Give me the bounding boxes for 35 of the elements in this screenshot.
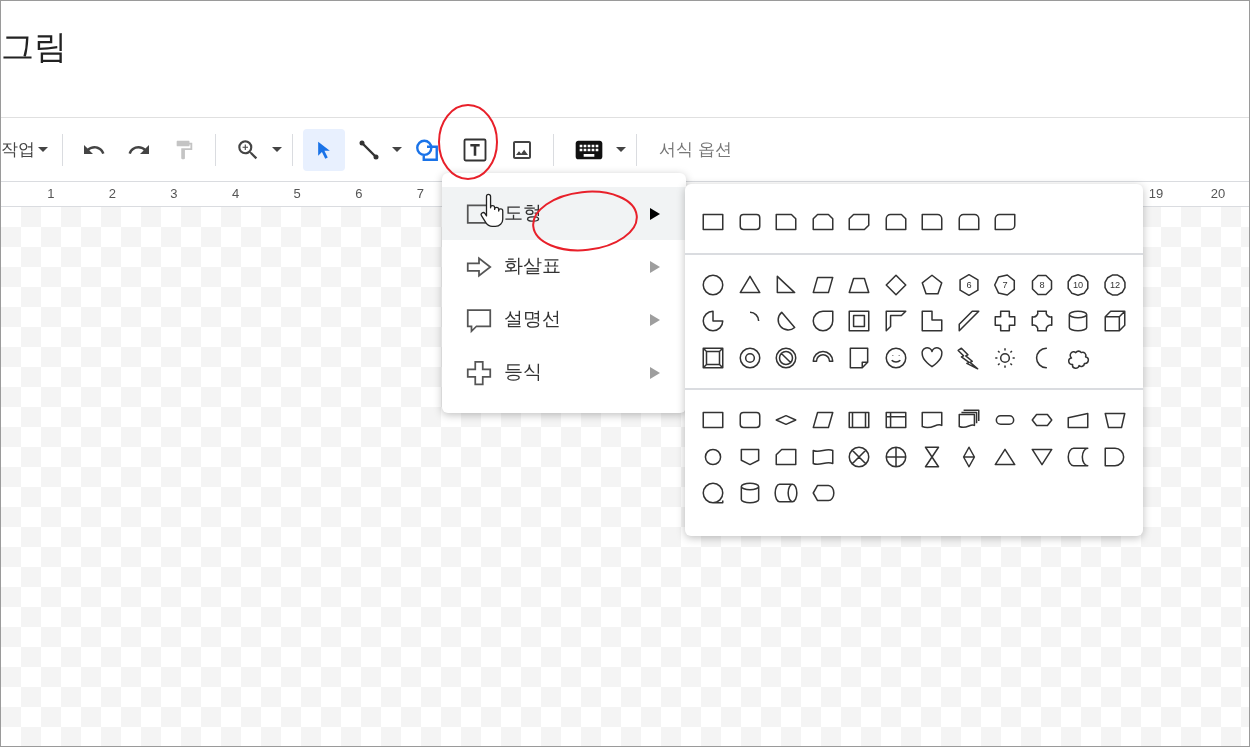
hand-cursor-icon (480, 193, 506, 229)
dropdown-caret-icon (272, 147, 282, 152)
actions-menu[interactable]: 작업 (1, 131, 52, 168)
format-options-button[interactable]: 서식 옵션 (647, 131, 744, 168)
menu-item-label: 도형 (504, 201, 543, 226)
ruler-number: 5 (292, 185, 302, 204)
menu-item-label: 등식 (504, 360, 543, 385)
ruler-number: 3 (169, 185, 179, 204)
menu-item[interactable]: 도형 (442, 187, 686, 240)
dropdown-caret-icon (616, 147, 626, 152)
side-count: 10 (1073, 280, 1084, 291)
dropdown-caret-icon (38, 147, 48, 152)
pointer-icon[interactable] (303, 128, 345, 171)
submenu-arrow-icon (650, 366, 660, 379)
menu-item[interactable]: 화살표 (442, 240, 686, 293)
ruler-number: 20 (1209, 185, 1227, 204)
ruler-number: 4 (230, 185, 241, 204)
submenu-arrow-icon (650, 260, 660, 273)
submenu-arrow-icon (650, 207, 660, 220)
ruler-number: 2 (107, 185, 117, 204)
ruler-number: 1 (46, 185, 56, 204)
ruler-number: 19 (1147, 185, 1165, 204)
side-count: 7 (1002, 280, 1008, 291)
menu-item-label: 화살표 (504, 254, 562, 279)
ruler-number: 6 (354, 185, 364, 204)
menu-item-label: 설명선 (504, 307, 562, 332)
menu-item[interactable]: 설명선 (442, 293, 686, 346)
dropdown-caret-icon (392, 147, 402, 152)
ruler-number: 7 (415, 185, 425, 204)
side-count: 12 (1109, 280, 1120, 291)
side-count: 8 (1039, 280, 1045, 291)
submenu-arrow-icon (650, 313, 660, 326)
drawing-title: 그림 (1, 27, 67, 67)
menu-item[interactable]: 등식 (442, 346, 686, 399)
side-count: 6 (966, 280, 972, 291)
